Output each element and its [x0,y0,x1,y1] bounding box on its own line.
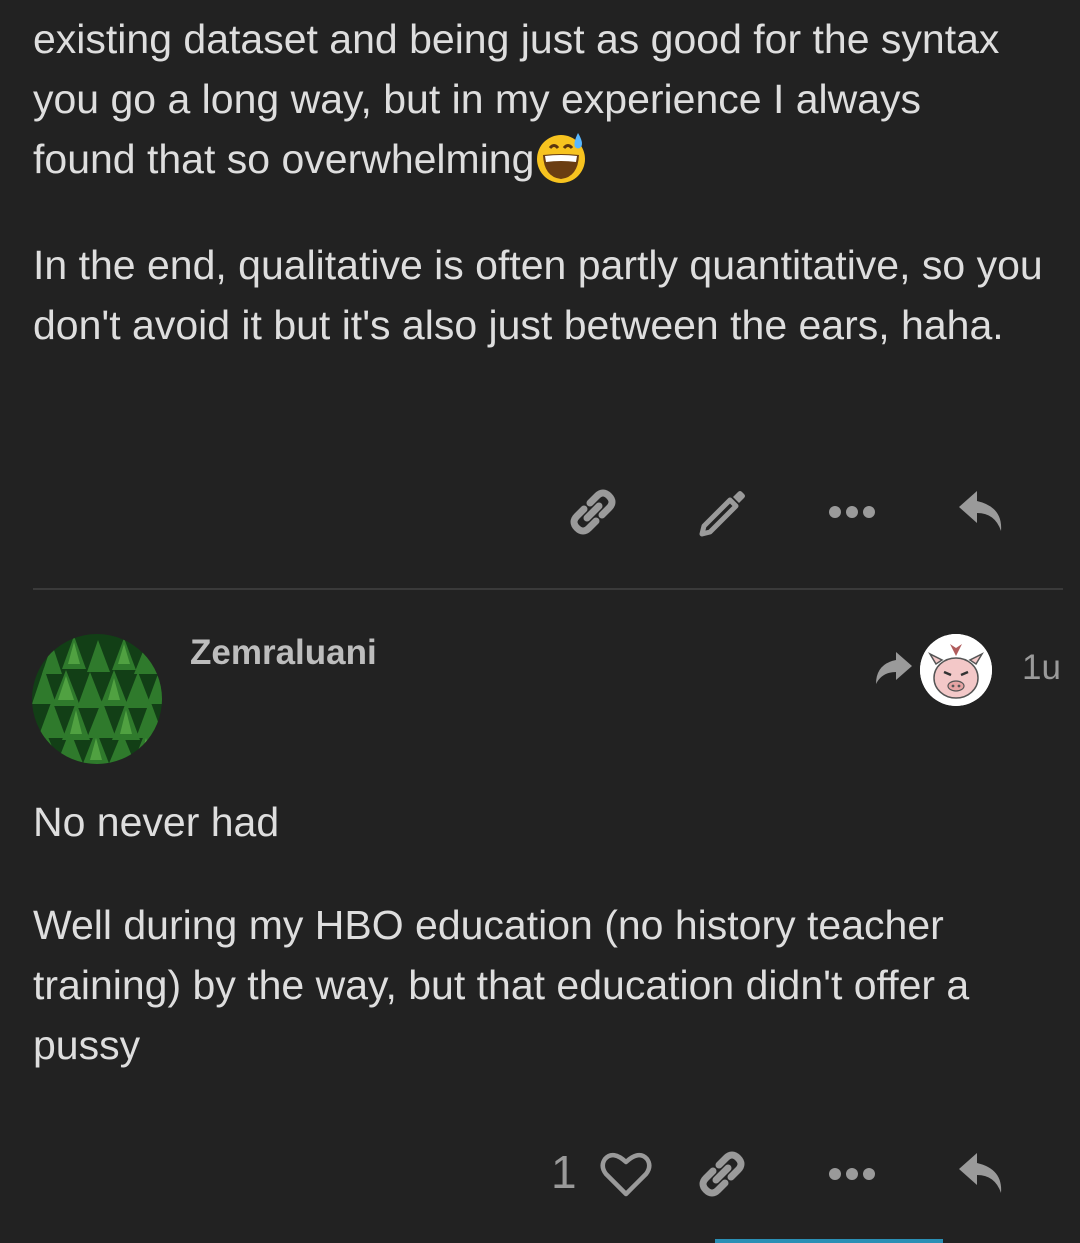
heart-icon[interactable] [596,1144,656,1204]
post-1-paragraph-1: existing dataset and being just as good … [33,9,1060,189]
post-divider [33,588,1063,590]
pig-avatar[interactable] [920,634,992,706]
username[interactable]: Zemraluani [190,633,377,673]
reply-arrow-icon [872,650,912,691]
grinning-sweat-emoji-icon [534,131,588,185]
like-count[interactable]: 1 [551,1145,577,1199]
post-1-line-1: existing dataset and being just as good … [33,16,1000,62]
scroll-indicator [715,1239,943,1243]
post-1-line-2: you go a long way, but in my experience … [33,76,922,122]
forest-avatar[interactable] [32,634,162,764]
reply-to-indicator[interactable] [872,634,992,706]
post-date[interactable]: 1u [1022,648,1061,688]
post-1-line-3: found that so overwhelming [33,136,535,182]
post-2-paragraph-2: Well during my HBO education (no history… [33,902,970,1068]
reply-icon[interactable] [952,1144,1012,1204]
post-2-paragraph-1: No never had [33,799,280,845]
more-icon[interactable] [822,482,882,542]
more-icon[interactable] [822,1144,882,1204]
post-1-paragraph-2: In the end, qualitative is often partly … [33,242,1043,348]
link-icon[interactable] [563,482,623,542]
pencil-icon[interactable] [692,482,752,542]
link-icon[interactable] [692,1144,752,1204]
reply-icon[interactable] [952,482,1012,542]
